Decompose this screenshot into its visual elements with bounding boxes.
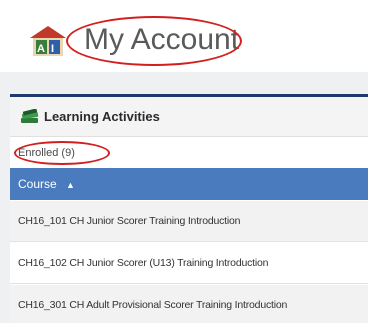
panel-title: Learning Activities — [44, 109, 160, 124]
course-cell[interactable]: CH16_102 CH Junior Scorer (U13) Training… — [18, 256, 268, 270]
page-header: A I My Account — [0, 0, 368, 72]
svg-text:A: A — [37, 43, 45, 55]
table-row[interactable]: CH16_101 CH Junior Scorer Training Intro… — [10, 201, 368, 242]
account-logo-icon[interactable]: A I — [28, 24, 68, 58]
sort-ascending-icon[interactable]: ▲ — [66, 180, 75, 190]
table-header: Course ▲ — [10, 168, 368, 200]
courses-table: Course ▲ CH16_101 CH Junior Scorer Train… — [10, 168, 368, 323]
course-header-label: Course — [18, 177, 57, 191]
table-row[interactable]: CH16_102 CH Junior Scorer (U13) Training… — [10, 243, 368, 284]
panel-header: Learning Activities — [10, 97, 368, 137]
books-icon — [21, 109, 39, 123]
course-cell[interactable]: CH16_101 CH Junior Scorer Training Intro… — [18, 214, 241, 228]
page-title: My Account — [84, 23, 240, 56]
course-column-header[interactable]: Course ▲ — [18, 177, 75, 192]
table-row[interactable]: CH16_301 CH Adult Provisional Scorer Tra… — [10, 285, 368, 323]
course-cell[interactable]: CH16_301 CH Adult Provisional Scorer Tra… — [18, 298, 287, 312]
enrolled-tab[interactable]: Enrolled (9) — [18, 146, 75, 160]
svg-text:I: I — [51, 43, 54, 55]
